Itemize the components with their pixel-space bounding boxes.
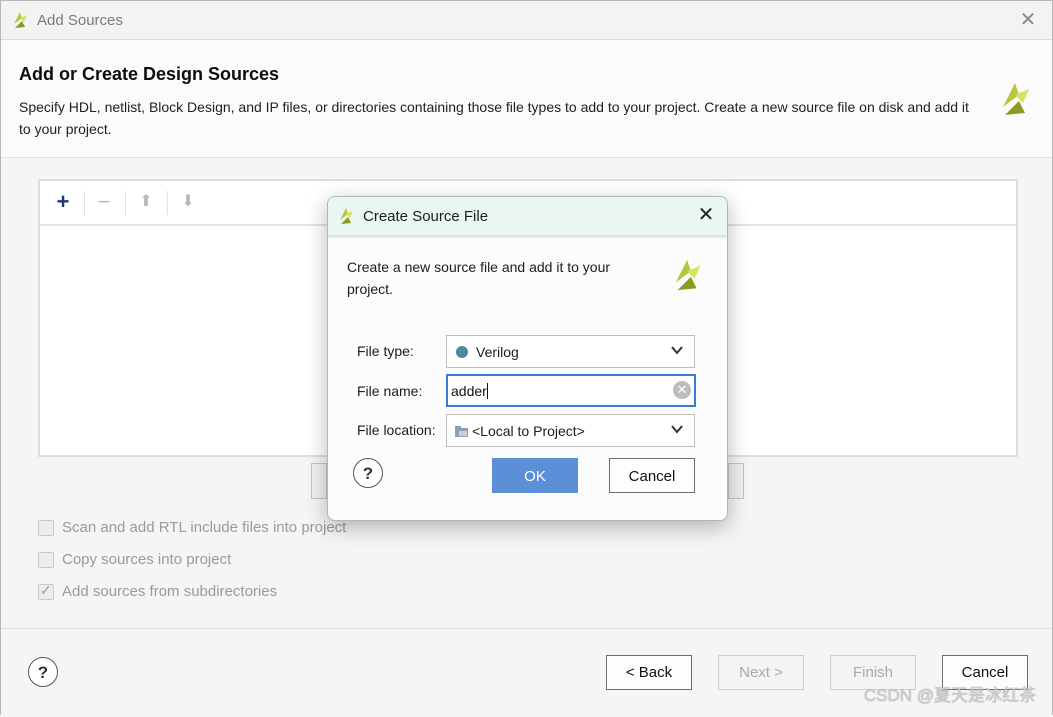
dialog-intro: Create a new source file and add it to y…	[347, 259, 611, 297]
file-type-value: Verilog	[476, 344, 519, 360]
option-add-subdirectories[interactable]: Add sources from subdirectories	[38, 582, 278, 601]
move-up-icon[interactable]: ⬆	[133, 189, 159, 215]
option-label: Scan and add RTL include files into proj…	[62, 519, 347, 536]
folder-icon	[455, 426, 468, 437]
remove-icon[interactable]: −	[91, 189, 117, 215]
chevron-down-icon	[671, 346, 683, 355]
vivado-logo-icon	[675, 259, 701, 291]
dialog-help-icon[interactable]: ?	[353, 458, 383, 488]
obscured-button-right[interactable]	[728, 463, 744, 499]
file-name-field[interactable]: adder ✕	[446, 374, 696, 407]
checkbox[interactable]	[38, 552, 54, 569]
help-icon[interactable]: ?	[28, 657, 58, 687]
watermark: CSDN @夏天是冰红茶	[863, 686, 1036, 705]
next-button[interactable]: Next >	[718, 655, 804, 690]
file-location-dropdown[interactable]: <Local to Project>	[446, 414, 695, 447]
file-location-value: <Local to Project>	[472, 423, 585, 439]
add-icon[interactable]: +	[50, 189, 76, 215]
create-source-file-dialog: Create Source File ✕ Create a new source…	[327, 196, 728, 521]
dialog-title: Create Source File	[363, 208, 489, 225]
file-type-dropdown[interactable]: Verilog	[446, 335, 695, 368]
clear-icon[interactable]: ✕	[673, 381, 691, 399]
obscured-button-left[interactable]	[311, 463, 327, 499]
close-icon[interactable]: ✕	[1018, 10, 1038, 30]
vivado-logo-icon	[1003, 83, 1029, 115]
checkbox[interactable]	[38, 582, 54, 601]
dialog-title-bar: Create Source File ✕	[328, 197, 727, 236]
vivado-logo-icon	[14, 12, 27, 28]
checkbox[interactable]	[38, 520, 54, 537]
dialog-divider	[328, 236, 727, 238]
page-title: Add or Create Design Sources	[19, 64, 280, 84]
page-description: Specify HDL, netlist, Block Design, and …	[19, 99, 969, 137]
option-copy-sources[interactable]: Copy sources into project	[38, 551, 232, 569]
back-button[interactable]: < Back	[606, 655, 692, 690]
move-down-icon[interactable]: ⬇	[175, 189, 201, 215]
window-title: Add Sources	[37, 12, 123, 29]
text-caret	[486, 383, 488, 399]
file-name-text: adder	[451, 383, 487, 399]
ok-button[interactable]: OK	[492, 458, 578, 493]
page-header: Add or Create Design Sources Specify HDL…	[1, 40, 1052, 158]
option-scan-rtl[interactable]: Scan and add RTL include files into proj…	[38, 519, 347, 537]
toolbar-divider	[84, 191, 85, 215]
option-label: Add sources from subdirectories	[62, 583, 278, 600]
vivado-logo-icon	[340, 208, 353, 224]
file-type-label: File type:	[357, 343, 414, 359]
dialog-close-icon[interactable]: ✕	[695, 204, 717, 226]
file-location-label: File location:	[357, 422, 436, 438]
toolbar-divider	[167, 191, 168, 215]
title-bar: Add Sources ✕	[1, 1, 1052, 40]
toolbar-divider	[125, 191, 126, 215]
option-label: Copy sources into project	[62, 551, 232, 568]
chevron-down-icon	[671, 425, 683, 434]
file-name-label: File name:	[357, 383, 423, 399]
file-name-value: adder	[451, 383, 488, 399]
dialog-cancel-button[interactable]: Cancel	[609, 458, 695, 493]
verilog-dot-icon	[456, 346, 468, 358]
